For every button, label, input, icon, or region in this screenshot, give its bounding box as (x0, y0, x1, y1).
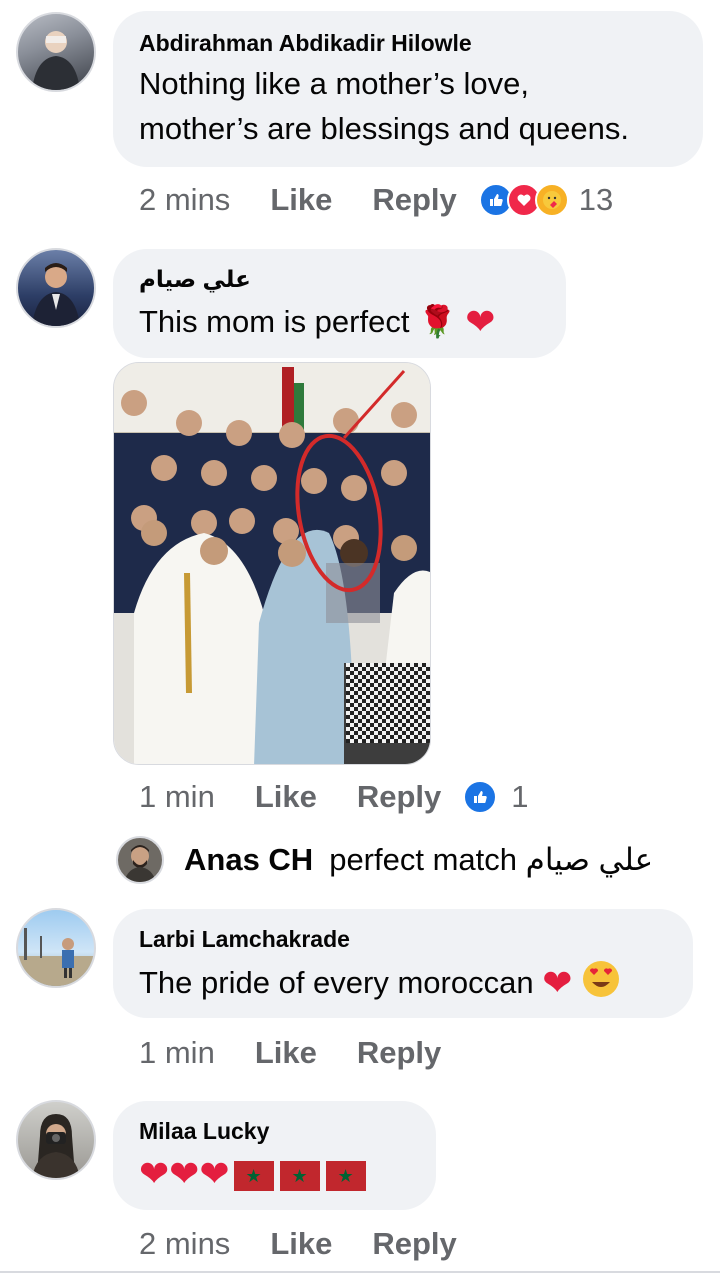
comment-actions: 2 mins Like Reply (139, 1226, 457, 1262)
reply-author[interactable]: Anas CH (184, 842, 313, 878)
comment-text-content: The pride of every moroccan (139, 965, 534, 1000)
reaction-count[interactable]: 1 (511, 779, 528, 815)
comment-text: The pride of every moroccan ❤ (139, 959, 667, 1011)
reply-button[interactable]: Reply (372, 1226, 456, 1262)
reply-button[interactable]: Reply (372, 182, 456, 218)
like-button[interactable]: Like (270, 182, 332, 218)
comment-author[interactable]: Abdirahman Abdikadir Hilowle (139, 29, 677, 57)
reply-button[interactable]: Reply (357, 779, 441, 815)
comment-actions: 1 min Like Reply 1 (139, 779, 529, 815)
reaction-summary[interactable]: 1 (463, 779, 529, 815)
heart-icon: ❤ (465, 301, 496, 342)
morocco-flag-icon (233, 1160, 274, 1191)
heart-eyes-emoji-icon (581, 959, 621, 1011)
heart-icon: ❤ (542, 962, 573, 1003)
comment-actions: 2 mins Like Reply 13 (139, 182, 613, 218)
comment-time[interactable]: 2 mins (139, 182, 230, 218)
comment-text: ❤❤❤ (139, 1151, 410, 1196)
like-button[interactable]: Like (270, 1226, 332, 1262)
heart-icon: ❤ (139, 1153, 170, 1194)
like-button[interactable]: Like (255, 779, 317, 815)
avatar[interactable] (16, 12, 96, 92)
comment-author[interactable]: Milaa Lucky (139, 1117, 410, 1145)
like-button[interactable]: Like (255, 1035, 317, 1071)
morocco-flag-icon (325, 1160, 366, 1191)
comment-text: Nothing like a mother’s love, (139, 66, 529, 101)
avatar[interactable] (16, 248, 96, 328)
avatar[interactable] (16, 908, 96, 988)
comment-text-content: This mom is perfect 🌹 (139, 304, 457, 339)
like-icon (463, 780, 498, 814)
morocco-flag-icon (279, 1160, 320, 1191)
comment-time[interactable]: 1 min (139, 1035, 215, 1071)
reaction-count[interactable]: 13 (579, 182, 613, 218)
comment-author[interactable]: علي صيام (139, 265, 540, 293)
reaction-summary[interactable]: 13 (478, 182, 613, 218)
comment-bubble: علي صيام This mom is perfect 🌹 ❤ (113, 249, 566, 358)
comment-text: This mom is perfect 🌹 ❤ (139, 299, 540, 344)
comment-time[interactable]: 2 mins (139, 1226, 230, 1262)
heart-icon: ❤ (199, 1153, 230, 1194)
comment-time[interactable]: 1 min (139, 779, 215, 815)
comment-bubble: Abdirahman Abdikadir Hilowle Nothing lik… (113, 11, 703, 167)
care-icon (534, 183, 569, 217)
reply-preview[interactable]: Anas CH perfect match علي صيام (116, 836, 653, 884)
reply-text: perfect match علي صيام (329, 842, 654, 877)
comment-actions: 1 min Like Reply (139, 1035, 441, 1071)
reply-button[interactable]: Reply (357, 1035, 441, 1071)
avatar[interactable] (116, 836, 164, 884)
comment-bubble: Milaa Lucky ❤❤❤ (113, 1101, 436, 1210)
avatar[interactable] (16, 1100, 96, 1180)
heart-icon: ❤ (169, 1153, 200, 1194)
comment-text: mother’s are blessings and queens. (139, 111, 629, 146)
comment-photo[interactable] (113, 362, 431, 765)
comment-bubble: Larbi Lamchakrade The pride of every mor… (113, 909, 693, 1018)
comment-author[interactable]: Larbi Lamchakrade (139, 925, 667, 953)
